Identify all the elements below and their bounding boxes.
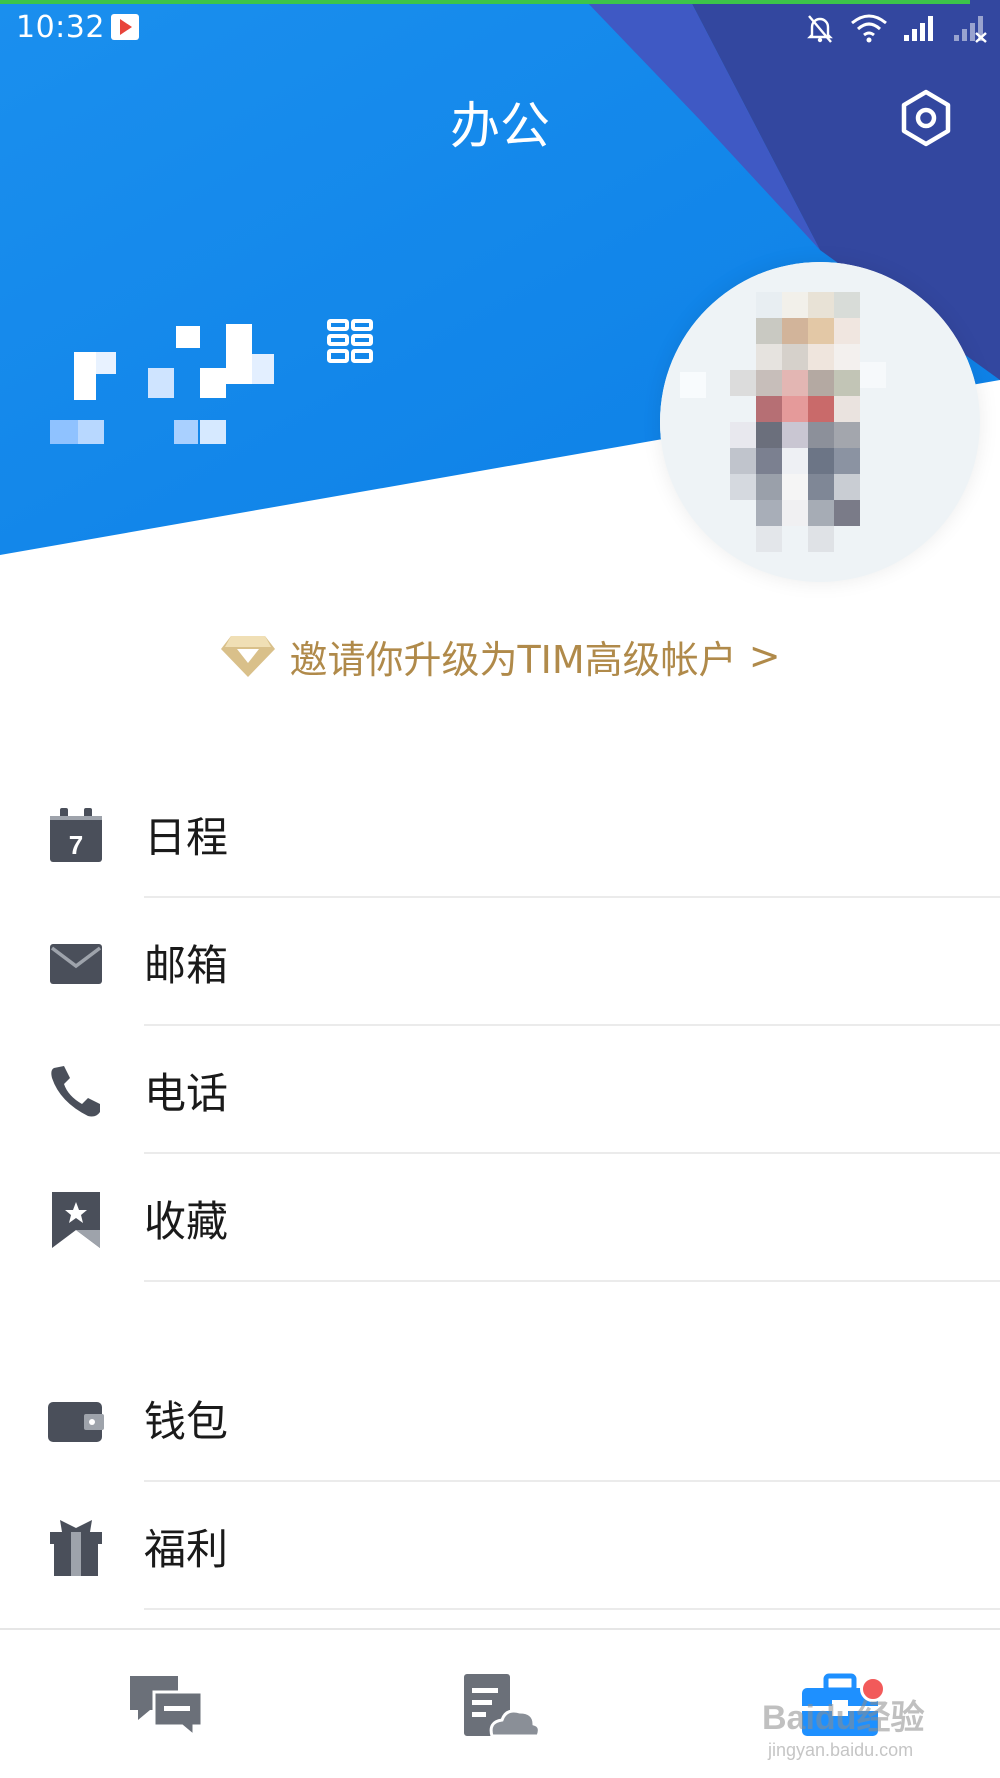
bottom-tab-bar: Baidu经验 jingyan.baidu.com xyxy=(0,1628,1000,1778)
menu-label-favorites: 收藏 xyxy=(144,1196,229,1246)
upgrade-text: 邀请你升级为TIM高级帐户 xyxy=(289,637,737,682)
mute-bell-icon xyxy=(807,15,833,43)
gift-icon xyxy=(50,1520,102,1576)
status-time: 10:32 xyxy=(16,10,105,45)
qr-code-icon[interactable] xyxy=(326,318,374,366)
settings-icon[interactable] xyxy=(896,88,956,148)
avatar[interactable] xyxy=(660,262,980,582)
menu-label-schedule: 日程 xyxy=(144,812,229,862)
menu-item-schedule[interactable]: 7 日程 xyxy=(0,770,1000,898)
menu-label-mail: 邮箱 xyxy=(144,940,229,990)
watermark-url: jingyan.baidu.com xyxy=(768,1740,914,1760)
menu-item-phone[interactable]: 电话 xyxy=(0,1026,1000,1154)
wallet-icon xyxy=(48,1402,104,1442)
divider xyxy=(144,1280,1000,1282)
status-bar: 10:32 xyxy=(0,0,1000,56)
divider xyxy=(144,1608,1000,1610)
menu-item-benefits[interactable]: 福利 xyxy=(0,1482,1000,1610)
play-store-icon xyxy=(111,14,139,40)
profile-header: 10:32 办公 xyxy=(0,0,1000,620)
phone-icon xyxy=(51,1066,100,1117)
avatar-pixelated-image xyxy=(660,262,980,582)
chevron-right-icon: > xyxy=(748,634,781,678)
watermark-brand: Baidu经验 xyxy=(762,1699,925,1737)
page-title: 办公 xyxy=(450,97,550,155)
cloud-doc-icon[interactable] xyxy=(458,1670,542,1744)
calendar-icon: 7 xyxy=(50,808,102,862)
mail-icon xyxy=(50,944,102,984)
upgrade-account-link[interactable]: 邀请你升级为TIM高级帐户 > xyxy=(0,628,1000,684)
menu-label-phone: 电话 xyxy=(144,1068,229,1118)
menu-label-benefits: 福利 xyxy=(144,1524,229,1574)
no-signal-icon xyxy=(954,16,987,43)
menu-group-secondary: 钱包 福利 xyxy=(0,1354,1000,1610)
signal-icon xyxy=(904,16,933,41)
menu-group-primary: 7 日程 邮箱 电话 收藏 xyxy=(0,770,1000,1282)
username-redacted xyxy=(50,324,274,444)
wifi-icon xyxy=(851,14,887,43)
menu-item-favorites[interactable]: 收藏 xyxy=(0,1154,1000,1282)
bookmark-icon xyxy=(52,1192,100,1248)
messages-icon[interactable] xyxy=(124,1670,208,1744)
diamond-icon xyxy=(221,636,276,677)
menu-item-mail[interactable]: 邮箱 xyxy=(0,898,1000,1026)
menu-label-wallet: 钱包 xyxy=(144,1396,229,1446)
menu-item-wallet[interactable]: 钱包 xyxy=(0,1354,1000,1482)
svg-text:7: 7 xyxy=(69,830,83,860)
